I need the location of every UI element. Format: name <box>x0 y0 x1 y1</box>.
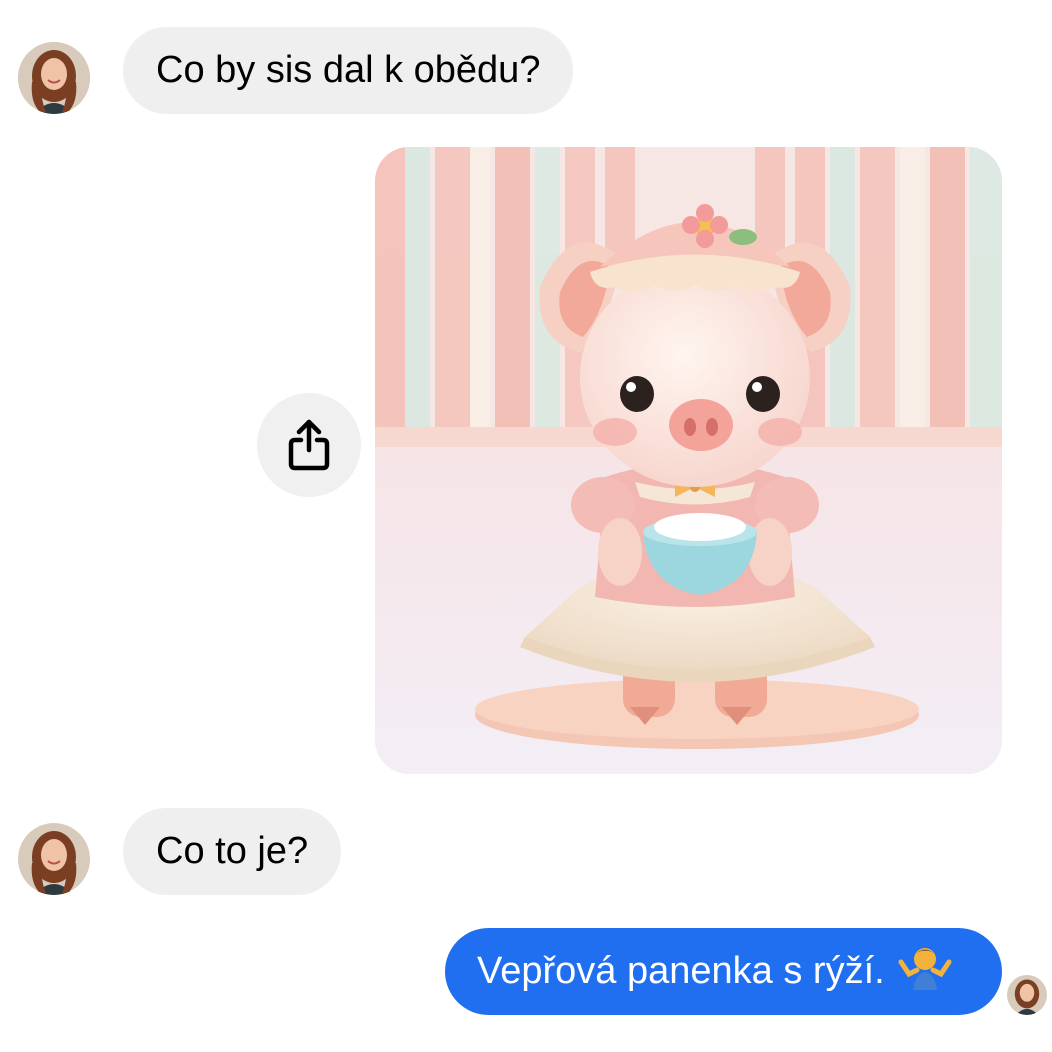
contact-avatar[interactable] <box>18 42 90 114</box>
read-receipt-avatar-image <box>1007 975 1047 1015</box>
message-text: Co by sis dal k obědu? <box>156 49 541 91</box>
share-icon <box>288 419 330 471</box>
pig-doll-with-rice-bowl-image <box>375 147 1002 774</box>
read-receipt-avatar <box>1007 975 1047 1015</box>
image-message[interactable] <box>375 147 1002 774</box>
incoming-message-bubble[interactable]: Co to je? <box>123 808 342 895</box>
person-shrugging-emoji <box>897 944 953 1000</box>
contact-avatar[interactable] <box>18 823 90 895</box>
share-button[interactable] <box>257 393 361 497</box>
contact-avatar-image <box>18 823 90 895</box>
contact-avatar-image <box>18 42 90 114</box>
incoming-message-bubble[interactable]: Co by sis dal k obědu? <box>123 27 574 114</box>
outgoing-message-bubble[interactable]: Vepřová panenka s rýží. <box>445 928 1002 1015</box>
message-text: Co to je? <box>156 830 309 872</box>
message-text: Vepřová panenka s rýží. <box>477 950 885 992</box>
